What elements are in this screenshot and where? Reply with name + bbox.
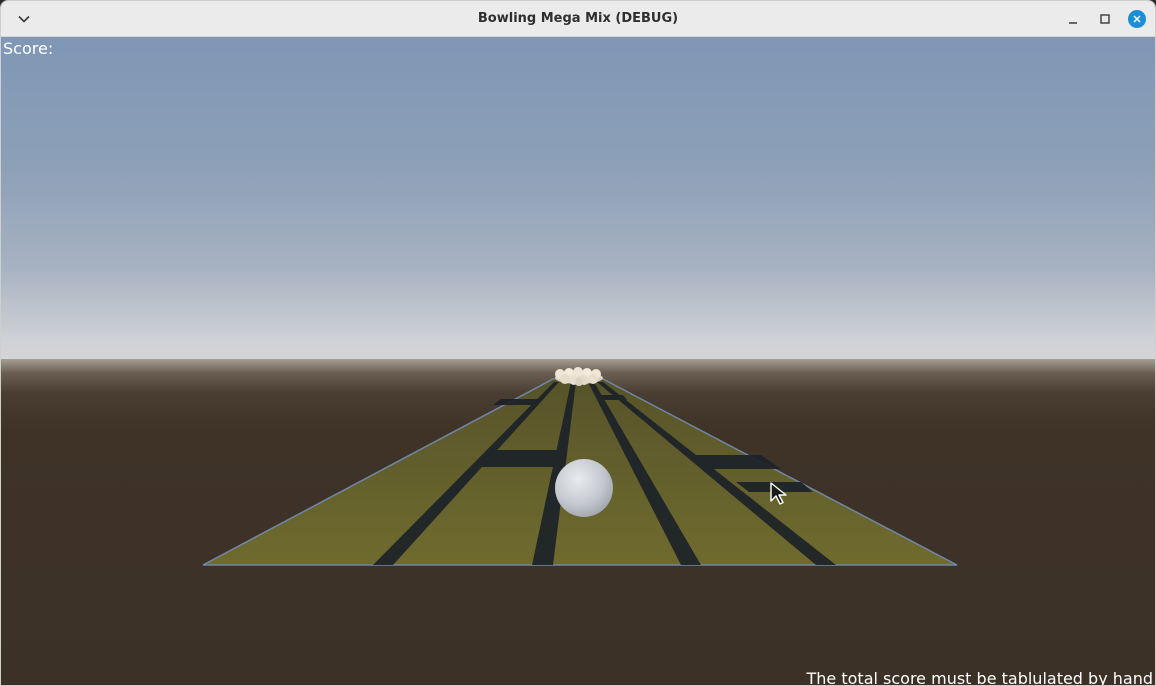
- minimize-icon: [1069, 22, 1077, 24]
- window-menu-button[interactable]: [12, 7, 36, 31]
- bowling-ball: [555, 459, 613, 517]
- pin: [560, 374, 570, 384]
- lane-seam-3: [479, 450, 566, 467]
- window-title: Bowling Mega Mix (DEBUG): [477, 11, 679, 26]
- close-button-circle: [1128, 10, 1146, 28]
- maximize-button[interactable]: [1093, 7, 1117, 31]
- close-icon: [1133, 15, 1141, 23]
- bowling-scene: [202, 367, 958, 566]
- score-label: Score:: [3, 39, 54, 58]
- close-button[interactable]: [1125, 7, 1149, 31]
- pin: [575, 378, 583, 386]
- pin: [588, 374, 598, 384]
- title-bar[interactable]: Bowling Mega Mix (DEBUG): [1, 1, 1155, 37]
- game-window: Bowling Mega Mix (DEBUG) Score: The tota…: [0, 0, 1156, 686]
- chevron-down-icon: [18, 15, 30, 23]
- mouse-cursor-icon: [770, 482, 787, 505]
- maximize-icon: [1100, 14, 1110, 24]
- game-viewport[interactable]: Score: The total score must be tablulate…: [1, 37, 1155, 685]
- lane-seam-2: [601, 395, 627, 400]
- score-note: The total score must be tablulated by ha…: [806, 669, 1153, 685]
- minimize-button[interactable]: [1061, 7, 1085, 31]
- lane-seam-1: [493, 399, 541, 405]
